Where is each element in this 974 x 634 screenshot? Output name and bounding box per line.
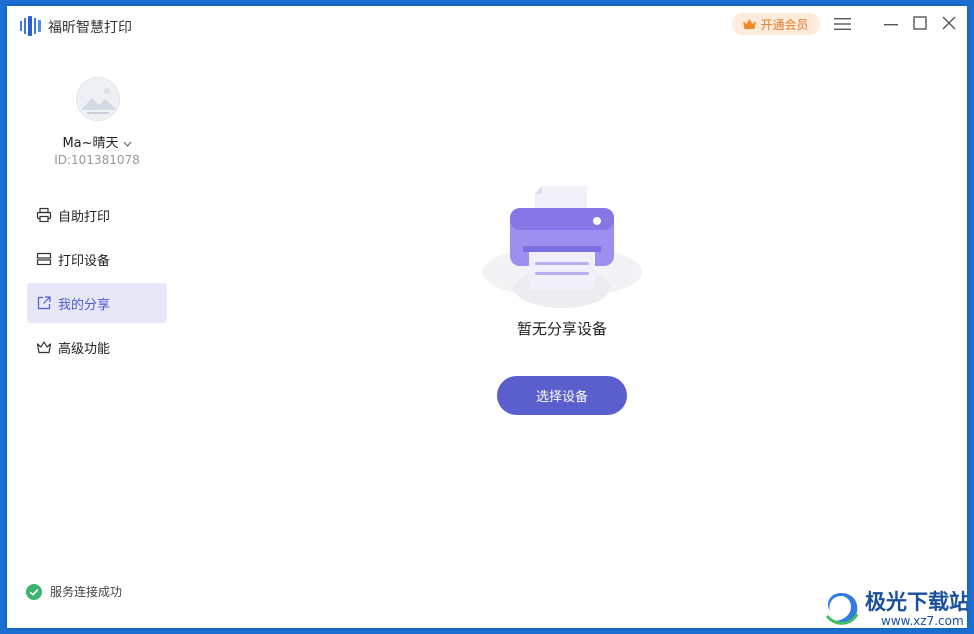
avatar-placeholder-icon — [77, 78, 119, 120]
crown-outline-icon — [36, 341, 52, 354]
chevron-down-icon — [123, 141, 131, 147]
status-text: 服务连接成功 — [50, 585, 123, 599]
select-device-button[interactable]: 选择设备 — [497, 376, 627, 415]
sidebar-item-label: 打印设备 — [58, 253, 111, 269]
check-circle-icon — [26, 583, 42, 600]
device-stack-icon — [36, 252, 52, 266]
watermark-brand: 极光下载站 — [865, 590, 967, 614]
sidebar-item-self-print[interactable]: 自助打印 — [27, 195, 167, 235]
sidebar-item-label: 自助打印 — [58, 209, 111, 225]
close-icon[interactable] — [941, 15, 957, 31]
username: Ma~晴天 — [62, 136, 119, 151]
connection-status: 服务连接成功 — [26, 583, 122, 600]
hamburger-menu-icon[interactable] — [834, 16, 851, 32]
username-dropdown[interactable]: Ma~晴天 — [7, 132, 187, 151]
empty-state-text: 暂无分享设备 — [516, 320, 607, 338]
watermark: 极光下载站 www.xz7.com — [821, 586, 967, 628]
sidebar-item-my-share[interactable]: 我的分享 — [27, 283, 167, 323]
printer-icon — [36, 207, 52, 223]
vip-button-label: 开通会员 — [760, 17, 809, 32]
app-window: 福昕智慧打印 开通会员 Ma~晴天 ID:101381078 自助打印 打印设备… — [7, 6, 967, 628]
title-bar: 福昕智慧打印 开通会员 — [7, 6, 967, 46]
sidebar: Ma~晴天 ID:101381078 自助打印 打印设备 我的分享 高级功能 服… — [7, 46, 187, 628]
maximize-icon[interactable] — [912, 15, 928, 31]
vip-button[interactable]: 开通会员 — [732, 13, 820, 35]
sidebar-item-print-devices[interactable]: 打印设备 — [27, 239, 167, 279]
sidebar-item-label: 高级功能 — [58, 341, 111, 357]
sidebar-item-advanced[interactable]: 高级功能 — [27, 327, 167, 367]
app-title: 福昕智慧打印 — [48, 20, 132, 36]
avatar[interactable] — [76, 77, 120, 121]
printer-illustration — [482, 186, 642, 308]
watermark-logo-icon — [825, 593, 859, 625]
user-id: ID:101381078 — [54, 153, 140, 167]
minimize-icon[interactable] — [883, 16, 899, 32]
share-external-icon — [37, 296, 51, 310]
sidebar-item-label: 我的分享 — [58, 297, 111, 313]
barcode-logo-icon — [20, 16, 41, 36]
crown-icon — [743, 18, 757, 29]
watermark-url: www.xz7.com — [881, 614, 964, 628]
